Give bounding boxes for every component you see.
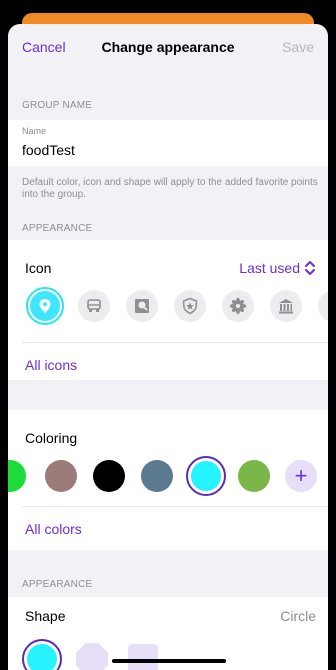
shape-option-square[interactable] — [128, 644, 158, 670]
page-title: Change appearance — [101, 39, 235, 55]
plus-icon: + — [294, 463, 308, 488]
car-front-icon — [87, 299, 101, 312]
icon-row-title: Icon — [25, 260, 52, 276]
add-color-button[interactable]: + — [285, 460, 317, 492]
icon-category-selector[interactable]: Last used — [239, 260, 316, 276]
section-label-appearance: APPEARANCE — [22, 223, 93, 234]
coloring-section: Coloring + All colors — [8, 410, 328, 550]
shape-option-circle-selected[interactable] — [22, 639, 62, 670]
divider — [22, 506, 328, 507]
badge-icon — [182, 297, 198, 315]
flower-icon — [229, 297, 247, 315]
more-icon-option[interactable] — [318, 290, 328, 322]
car-front-icon-option[interactable] — [78, 290, 110, 322]
flower-icon-option[interactable] — [222, 290, 254, 322]
selected-shape-fill — [27, 644, 57, 670]
color-swatch-green[interactable] — [8, 460, 26, 492]
museum-icon — [279, 299, 293, 314]
museum-icon-option[interactable] — [270, 290, 302, 322]
icon-section: Icon Last used All icons — [8, 240, 328, 380]
save-button[interactable]: Save — [282, 39, 314, 55]
color-swatch-mauve[interactable] — [45, 460, 77, 492]
selected-color-fill — [191, 461, 221, 491]
name-field[interactable]: Name foodTest — [8, 120, 328, 166]
home-indicator — [112, 659, 226, 663]
appearance-sheet: Cancel Change appearance Save GROUP NAME… — [8, 24, 328, 670]
name-field-label: Name — [22, 126, 47, 136]
all-icons-link[interactable]: All icons — [25, 357, 77, 373]
badge-icon-option[interactable] — [174, 290, 206, 322]
color-swatch-cyan-selected[interactable] — [186, 456, 226, 496]
coloring-row-title: Coloring — [25, 430, 78, 446]
map-pin-icon — [39, 299, 51, 313]
nav-bar: Cancel Change appearance Save — [8, 24, 328, 70]
photo-frame-icon-option[interactable] — [126, 290, 158, 322]
icon-category-value: Last used — [239, 260, 300, 276]
color-swatch-slate[interactable] — [141, 460, 173, 492]
section-label-shape: APPEARANCE — [22, 579, 93, 590]
map-pin-icon-option[interactable] — [26, 287, 64, 325]
divider — [22, 342, 328, 343]
all-colors-link[interactable]: All colors — [25, 521, 82, 537]
photo-frame-icon — [135, 299, 149, 313]
color-swatch-black[interactable] — [93, 460, 125, 492]
group-default-note: Default color, icon and shape will apply… — [22, 177, 318, 200]
chevron-up-down-icon — [305, 261, 315, 275]
name-field-value[interactable]: foodTest — [22, 142, 75, 158]
shape-row-title: Shape — [25, 608, 66, 624]
shape-value: Circle — [280, 608, 316, 624]
color-swatch-lime[interactable] — [238, 460, 270, 492]
shape-option-octagon[interactable] — [76, 643, 108, 670]
section-label-group-name: GROUP NAME — [22, 100, 93, 111]
